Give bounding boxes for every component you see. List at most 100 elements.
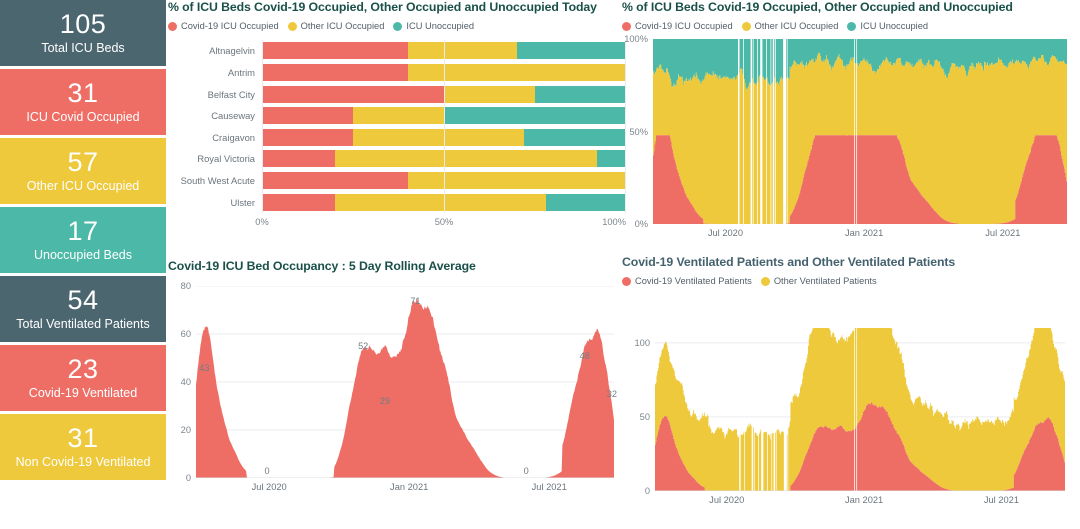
legend-item-covid-ventilated[interactable]: Covid-19 Ventilated Patients xyxy=(622,276,752,286)
bar-segment[interactable] xyxy=(262,107,353,125)
bar-row[interactable]: Belfast City xyxy=(166,85,626,103)
bar-row[interactable]: South West Acute xyxy=(166,172,626,190)
kpi-card-total-icu-beds[interactable]: 105 Total ICU Beds xyxy=(0,0,166,66)
x-tick-label: Jan 2021 xyxy=(844,228,884,238)
y-tick-label: 100% xyxy=(624,34,648,44)
legend-icu-beds-timeseries: Covid-19 ICU Occupied Other ICU Occupied… xyxy=(620,21,1080,31)
y-tick-label: 0 xyxy=(644,486,650,496)
kpi-label-unoccupied-beds: Unoccupied Beds xyxy=(34,248,132,263)
kpi-card-icu-covid-occupied[interactable]: 31 ICU Covid Occupied xyxy=(0,69,166,135)
kpi-value-unoccupied-beds: 17 xyxy=(67,215,99,246)
legend-item-icu-unoccupied[interactable]: ICU Unoccupied xyxy=(393,21,474,31)
horizontal-bar-plot-area: Altnagelvin Antrim Belfast City Causeway Cra… xyxy=(166,40,626,213)
bar-row[interactable]: Causeway xyxy=(166,107,626,125)
legend-item-covid-icu[interactable]: Covid-19 ICU Occupied xyxy=(168,21,279,31)
legend-dot-other-icu-ts xyxy=(741,21,751,31)
y-tick-label: 0% xyxy=(634,219,648,229)
bar-segment[interactable] xyxy=(334,193,546,211)
x-tick-label: Jul 2020 xyxy=(709,495,745,505)
covid-icu-rolling-area xyxy=(196,286,614,478)
bar-row[interactable]: Ulster xyxy=(166,193,626,211)
bar-segment[interactable] xyxy=(407,63,626,81)
bar-segment[interactable] xyxy=(262,42,408,60)
data-label: 0 xyxy=(523,466,529,476)
bar-row[interactable]: Antrim xyxy=(166,63,626,81)
legend-dot-other-icu xyxy=(287,21,297,31)
bar-segment[interactable] xyxy=(524,128,626,146)
x-tick-label: Jan 2021 xyxy=(390,482,429,492)
bar-segment[interactable] xyxy=(545,193,626,211)
legend-dot-icu-unoccupied-ts xyxy=(847,21,857,31)
bar-row[interactable]: Craigavon xyxy=(166,128,626,146)
bar-segment[interactable] xyxy=(262,150,335,168)
bar-segment[interactable] xyxy=(353,128,525,146)
kpi-card-non-covid-19-ventilated[interactable]: 31 Non Covid-19 Ventilated xyxy=(0,414,166,480)
bar-segment[interactable] xyxy=(444,107,626,125)
page-title-covid-icu-rolling: Covid-19 ICU Bed Occupancy : 5 Day Rolli… xyxy=(168,259,476,273)
icu-percent-stacked-columns xyxy=(653,39,1067,224)
timeseries-plot-area-icu-percent: 0% 50% 100% xyxy=(624,34,1067,229)
data-label: 32 xyxy=(606,389,618,400)
bar-row-label: Ulster xyxy=(230,196,255,208)
chart-panel-icu-beds-today: % of ICU Beds Covid-19 Occupied, Other O… xyxy=(166,0,626,259)
y-tick-label: 50% xyxy=(629,126,648,137)
kpi-card-total-ventilated-patients[interactable]: 54 Total Ventilated Patients xyxy=(0,276,166,342)
legend-dot-covid-icu xyxy=(168,21,177,31)
gridline-0 xyxy=(262,40,263,213)
data-label: 52 xyxy=(358,341,369,352)
legend-item-other-ventilated[interactable]: Other Ventilated Patients xyxy=(760,276,877,286)
x-axis-dates-covid-icu: Jul 2020 Jan 2021 Jul 2021 xyxy=(196,481,614,497)
legend-item-icu-unoccupied-ts[interactable]: ICU Unoccupied xyxy=(847,21,928,31)
x-axis-dates-ventilated: Jul 2020 Jan 2021 Jul 2021 xyxy=(655,494,1065,510)
timeseries-plot-area-ventilated: 0 50 100 xyxy=(634,328,1065,496)
y-tick-label: 100 xyxy=(634,337,650,348)
x-tick-label: Jul 2021 xyxy=(983,495,1020,505)
bar-row[interactable]: Altnagelvin xyxy=(166,42,626,60)
bar-segment[interactable] xyxy=(407,42,517,60)
page-title-icu-beds-timeseries: % of ICU Beds Covid-19 Occupied, Other O… xyxy=(622,0,1013,14)
bar-segment[interactable] xyxy=(262,85,444,103)
kpi-label-total-ventilated-patients: Total Ventilated Patients xyxy=(16,317,150,332)
bar-row-label: Royal Victoria xyxy=(197,153,255,165)
bar-segment[interactable] xyxy=(262,63,408,81)
legend-dot-covid-icu-ts xyxy=(622,21,631,31)
data-label: 48 xyxy=(579,350,590,361)
bar-row-label: Causeway xyxy=(211,110,255,122)
legend-label-covid-icu-ts: Covid-19 ICU Occupied xyxy=(635,21,733,31)
legend-label-other-icu: Other ICU Occupied xyxy=(300,21,385,31)
kpi-label-icu-covid-occupied: ICU Covid Occupied xyxy=(26,110,140,125)
legend-item-other-icu-ts[interactable]: Other ICU Occupied xyxy=(741,21,838,31)
kpi-card-covid-19-ventilated[interactable]: 23 Covid-19 Ventilated xyxy=(0,345,166,411)
legend-item-other-icu[interactable]: Other ICU Occupied xyxy=(287,21,385,31)
bar-row[interactable]: Royal Victoria xyxy=(166,150,626,168)
bar-segment[interactable] xyxy=(262,128,353,146)
kpi-value-other-icu-occupied: 57 xyxy=(67,146,99,177)
kpi-card-other-icu-occupied[interactable]: 57 Other ICU Occupied xyxy=(0,138,166,204)
y-tick-label: 50 xyxy=(639,411,650,422)
legend-ventilated-patients: Covid-19 Ventilated Patients Other Venti… xyxy=(620,276,1080,286)
x-tick-label: Jul 2020 xyxy=(707,228,744,238)
kpi-value-non-covid-19-ventilated: 31 xyxy=(67,422,99,453)
bar-segment[interactable] xyxy=(444,85,535,103)
bar-segment[interactable] xyxy=(353,107,444,125)
bar-row-label: Belfast City xyxy=(207,88,255,100)
kpi-label-covid-19-ventilated: Covid-19 Ventilated xyxy=(28,386,138,401)
kpi-card-unoccupied-beds[interactable]: 17 Unoccupied Beds xyxy=(0,207,166,273)
bar-segment[interactable] xyxy=(262,193,335,211)
legend-dot-covid-ventilated xyxy=(622,276,631,286)
y-tick-label: 0 xyxy=(185,473,191,483)
x-tick-label: Jul 2021 xyxy=(531,482,567,492)
y-tick-label: 20 xyxy=(180,425,191,435)
bar-segment[interactable] xyxy=(516,42,626,60)
bar-segment[interactable] xyxy=(535,85,626,103)
legend-dot-other-ventilated xyxy=(760,276,770,286)
bar-segment[interactable] xyxy=(262,172,408,190)
legend-item-covid-icu-ts[interactable]: Covid-19 ICU Occupied xyxy=(622,21,733,31)
kpi-label-other-icu-occupied: Other ICU Occupied xyxy=(26,179,140,194)
data-label: 71 xyxy=(410,295,421,306)
bar-segment[interactable] xyxy=(407,172,626,190)
page-title-icu-beds-today: % of ICU Beds Covid-19 Occupied, Other O… xyxy=(168,0,597,14)
bar-segment[interactable] xyxy=(334,150,597,168)
y-tick-label: 60 xyxy=(180,329,191,339)
bar-row-label: Antrim xyxy=(227,66,255,78)
